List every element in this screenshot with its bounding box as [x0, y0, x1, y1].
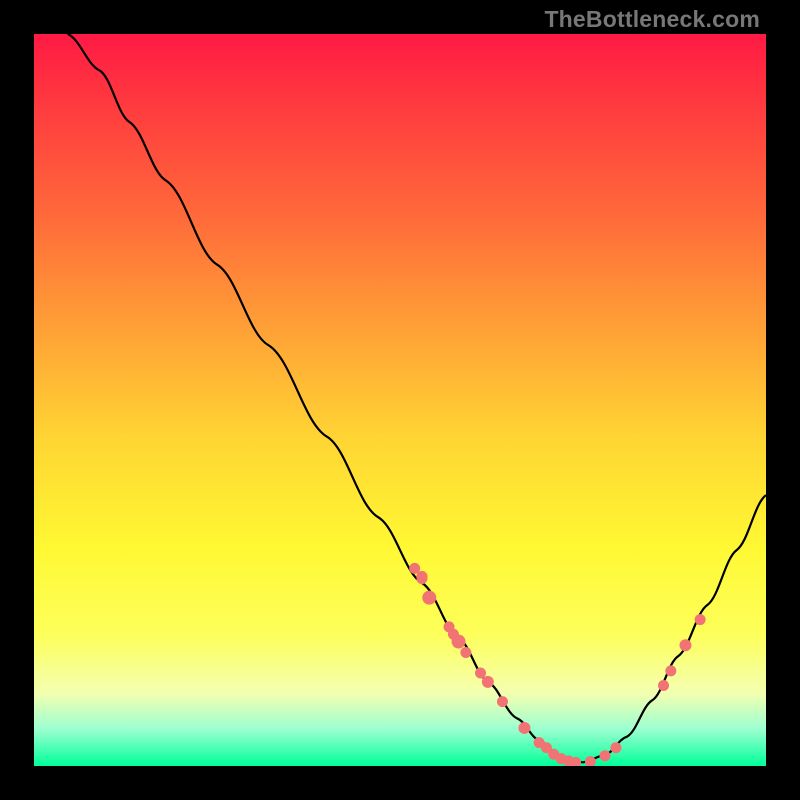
data-marker: [475, 668, 486, 679]
data-markers: [409, 563, 705, 766]
chart-svg: [34, 34, 766, 766]
data-marker: [497, 696, 508, 707]
data-marker: [679, 639, 691, 651]
data-marker: [518, 722, 530, 734]
watermark-text: TheBottleneck.com: [544, 6, 760, 33]
data-marker: [658, 680, 669, 691]
chart-plot-area: [34, 34, 766, 766]
data-marker: [695, 614, 706, 625]
data-marker: [422, 591, 436, 605]
data-marker: [460, 647, 471, 658]
data-marker: [610, 742, 621, 753]
data-marker: [416, 573, 427, 584]
data-marker: [599, 750, 610, 761]
data-marker: [452, 635, 466, 649]
bottleneck-curve: [68, 34, 766, 762]
data-marker: [482, 676, 494, 688]
data-marker: [665, 665, 676, 676]
